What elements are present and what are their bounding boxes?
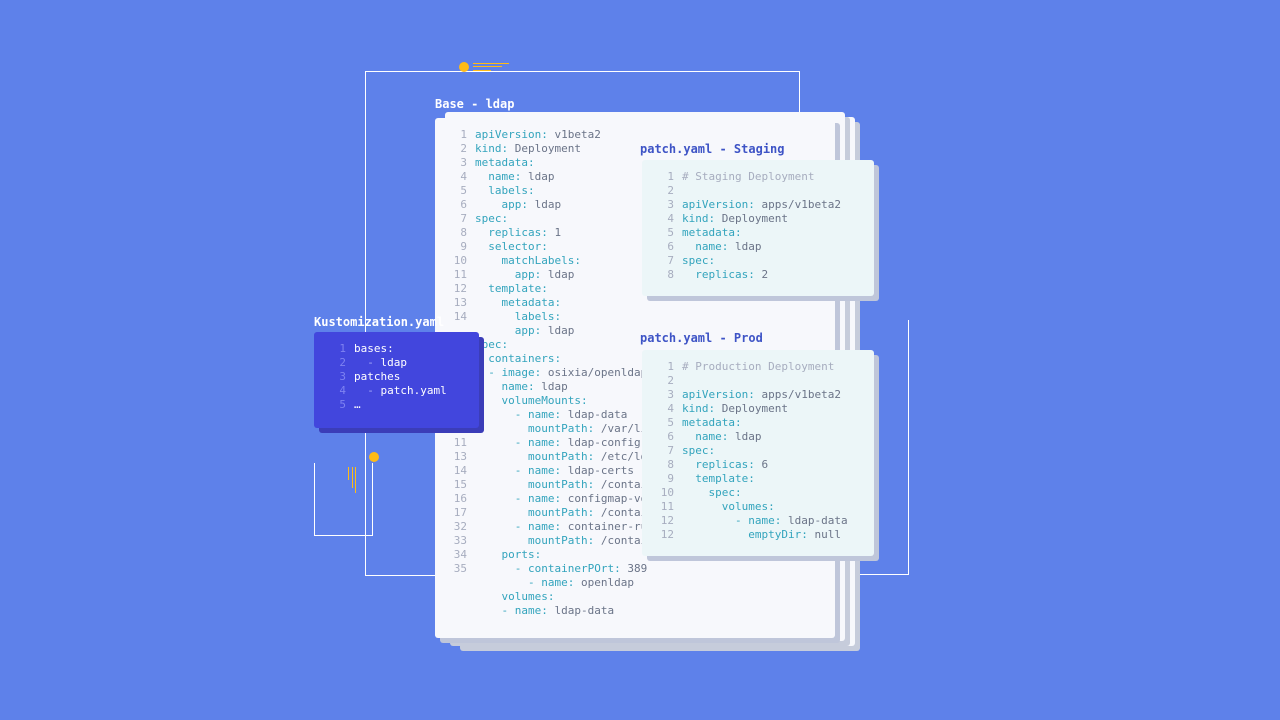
panel-kustomization: 1bases: 2 - ldap 3patches 4 - patch.yaml… bbox=[314, 332, 479, 428]
connector-frame-kustomization bbox=[314, 463, 373, 536]
streak-icon bbox=[347, 467, 357, 493]
heading-staging: patch.yaml - Staging bbox=[640, 142, 785, 156]
code-kustomization: 1bases: 2 - ldap 3patches 4 - patch.yaml… bbox=[314, 332, 479, 424]
node-dot-icon bbox=[459, 62, 469, 72]
heading-base: Base - ldap bbox=[435, 97, 514, 111]
panel-patch-staging: 1# Staging Deployment 2 3apiVersion: app… bbox=[642, 160, 874, 296]
node-dot-icon bbox=[369, 452, 379, 462]
panel-patch-prod: 1# Production Deployment 2 3apiVersion: … bbox=[642, 350, 874, 556]
code-prod: 1# Production Deployment 2 3apiVersion: … bbox=[642, 350, 874, 554]
code-staging: 1# Staging Deployment 2 3apiVersion: app… bbox=[642, 160, 874, 294]
heading-prod: patch.yaml - Prod bbox=[640, 331, 763, 345]
streak-icon bbox=[473, 62, 509, 72]
heading-kustomization: Kustomization.yaml bbox=[314, 315, 444, 329]
